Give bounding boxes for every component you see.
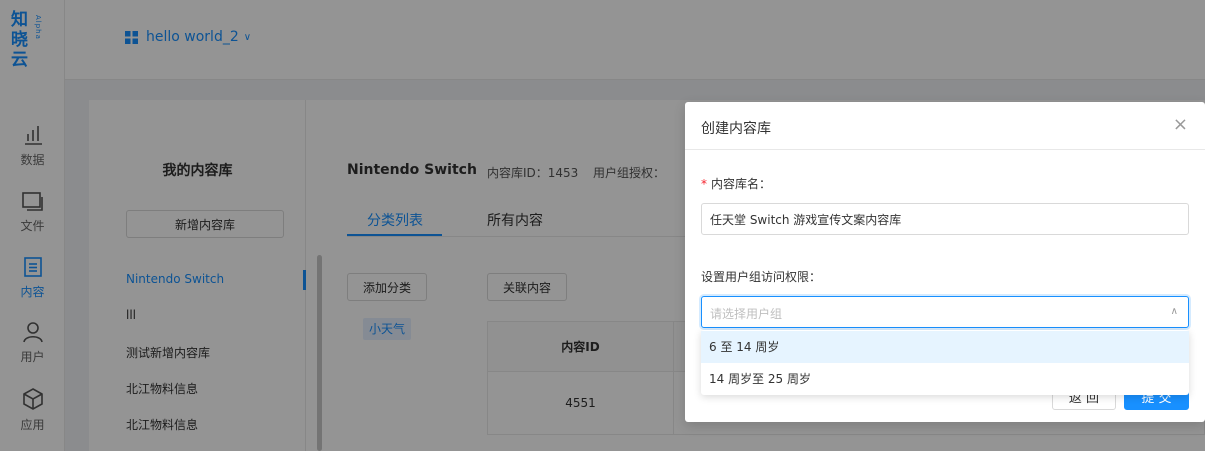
- user-group-select[interactable]: 请选择用户组 ∧: [701, 296, 1189, 328]
- dropdown-option-14-25[interactable]: 14 周岁至 25 周岁: [701, 363, 1189, 395]
- chevron-up-icon: ∧: [1170, 306, 1178, 317]
- select-placeholder: 请选择用户组: [710, 307, 783, 321]
- access-label: 设置用户组访问权限：: [701, 270, 822, 284]
- library-name-label: * 内容库名：: [701, 175, 771, 192]
- library-name-label-text: 内容库名：: [711, 177, 772, 191]
- required-mark: *: [701, 177, 707, 191]
- modal-header: 创建内容库 ×: [685, 102, 1205, 150]
- dropdown-option-6-14[interactable]: 6 至 14 周岁: [701, 331, 1189, 363]
- user-group-dropdown: 6 至 14 周岁 14 周岁至 25 周岁: [701, 330, 1189, 395]
- modal-title: 创建内容库: [701, 121, 771, 137]
- library-name-input[interactable]: [701, 203, 1189, 235]
- close-icon[interactable]: ×: [1173, 116, 1188, 134]
